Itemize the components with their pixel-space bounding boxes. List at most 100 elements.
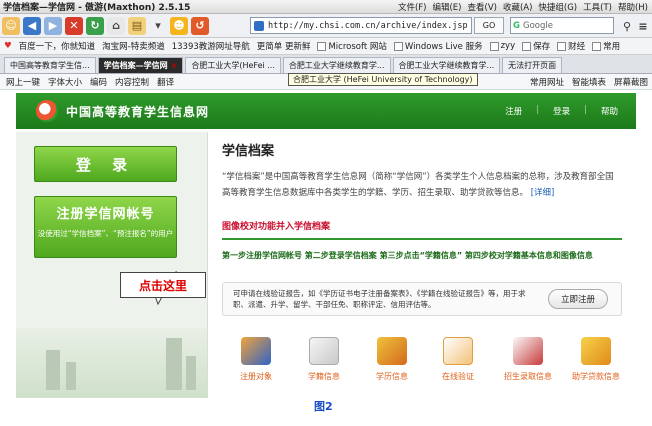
address-bar[interactable]: http://my.chsi.com.cn/archive/index.jsp [250, 17, 472, 34]
login-button[interactable]: 登 录 [34, 146, 177, 182]
checklist-icon [443, 337, 473, 365]
books-icon [377, 337, 407, 365]
register-hint: 没使用过“学信档案”、“预注报名”的用户 [37, 229, 174, 238]
menu-favorites[interactable]: 收藏(A) [503, 1, 532, 13]
subbar-item[interactable]: 编码 [90, 76, 107, 88]
favorite-item[interactable]: 百度一下，你就知道 [19, 40, 96, 52]
site-header: 中国高等教育学生信息网 注册 | 登录 | 帮助 [16, 93, 636, 129]
register-button[interactable]: 注册学信网帐号 没使用过“学信档案”、“预注报名”的用户 [34, 196, 177, 258]
building-shape [66, 362, 76, 390]
favorite-item[interactable]: Microsoft 网站 [317, 40, 387, 52]
feature-degree-info[interactable]: 学历信息 [362, 337, 422, 382]
user-icon[interactable]: ☺ [2, 16, 20, 35]
close-icon[interactable]: × [171, 61, 178, 70]
click-here-callout: 点击这里 [120, 272, 206, 298]
envelope-icon [581, 337, 611, 365]
subbar-item[interactable]: 内容控制 [115, 76, 149, 88]
building-shape [166, 338, 182, 390]
favorite-item[interactable]: 保存 [522, 40, 550, 52]
favorite-label: zyy [500, 41, 516, 51]
tab-hfut-edu-2[interactable]: 合肥工业大学继续教育学... [392, 57, 501, 73]
folder-icon [592, 41, 602, 51]
notice-title: 图像校对功能并入学信档案 [222, 222, 331, 232]
site-title: 中国高等教育学生信息网 [66, 104, 210, 119]
favorite-item[interactable]: Windows Live 服务 [393, 40, 483, 52]
page-heading: 学信档案 [222, 144, 275, 159]
folder-icon[interactable]: ▤ [128, 16, 146, 35]
dropdown-icon[interactable]: ▾ [149, 17, 167, 35]
list-icon[interactable]: ≡ [634, 17, 652, 35]
subbar-item[interactable]: 屏幕截图 [614, 76, 648, 88]
feature-label: 助学贷款信息 [572, 372, 620, 381]
feature-online-verify[interactable]: 在线验证 [428, 337, 488, 382]
building-shape [186, 356, 196, 390]
notice-divider [222, 238, 622, 240]
subbar-item[interactable]: 智能填表 [572, 76, 606, 88]
verify-text: 可申请在线验证报告，如《学历证书电子注册备案表》、《学籍在线验证报告》等，用于求… [233, 289, 526, 309]
favorite-item[interactable]: 更简单 更新鲜 [257, 40, 311, 52]
detail-link[interactable]: [详细] [531, 188, 555, 198]
subbar-item[interactable]: 常用网址 [530, 76, 564, 88]
nav-register-link[interactable]: 注册 [505, 105, 522, 117]
subbar-item[interactable]: 翻译 [157, 76, 174, 88]
search-input[interactable]: G Google [510, 17, 614, 34]
home-icon[interactable]: ⌂ [107, 16, 125, 35]
tab-archive[interactable]: 学信档案—学信网 × [97, 57, 184, 73]
archive-description: “学信档案”是中国高等教育学生信息网（简称“学信网”）各类学生个人信息档案的总称… [222, 169, 622, 201]
refresh-icon[interactable]: ↻ [86, 16, 104, 35]
favorite-item[interactable]: 淘宝网-特卖频道 [102, 40, 165, 52]
verify-box: 可申请在线验证报告，如《学历证书电子注册备案表》、《学籍在线验证报告》等，用于求… [222, 282, 622, 316]
tab-hfut[interactable]: 合肥工业大学(HeFei ... [185, 57, 281, 73]
page-icon [254, 20, 264, 31]
tab-label: 无法打开页面 [508, 61, 557, 70]
menu-file[interactable]: 文件(F) [398, 1, 427, 13]
nav-login-link[interactable]: 登录 [553, 105, 570, 117]
tab-label: 中国高等教育学生信... [10, 61, 90, 70]
tab-label: 合肥工业大学继续教育学... [288, 61, 385, 70]
web-page: 中国高等教育学生信息网 注册 | 登录 | 帮助 登 录 注册学信网帐号 没使用… [0, 90, 652, 426]
favorite-label: 财经 [568, 42, 586, 52]
menu-edit[interactable]: 编辑(E) [432, 1, 461, 13]
subbar-item[interactable]: 网上一键 [6, 76, 40, 88]
tab-tooltip: 合肥工业大学 (HeFei University of Technology) [288, 73, 478, 86]
menu-help[interactable]: 帮助(H) [618, 1, 648, 13]
folder-icon [393, 41, 403, 51]
back-icon[interactable]: ◀ [23, 16, 41, 35]
favorite-item[interactable]: 财经 [557, 40, 585, 52]
left-panel: 登 录 注册学信网帐号 没使用过“学信档案”、“预注报名”的用户 [16, 132, 208, 398]
favorite-item[interactable]: 常用 [592, 40, 620, 52]
smiley-icon[interactable]: ☻ [170, 16, 188, 35]
go-button[interactable]: GO [474, 17, 504, 34]
tab-error-page[interactable]: 无法打开页面 [502, 57, 563, 73]
favorite-label: Windows Live 服务 [404, 42, 483, 52]
site-nav: 注册 | 登录 | 帮助 [505, 105, 618, 117]
feature-register-target[interactable]: 注册对象 [226, 337, 286, 382]
tab-hfut-edu-1[interactable]: 合肥工业大学继续教育学... [282, 57, 391, 73]
feature-admission-info[interactable]: 招生录取信息 [498, 337, 558, 382]
subbar-item[interactable]: 字体大小 [48, 76, 82, 88]
favorites-bar: ♥ 百度一下，你就知道 淘宝网-特卖频道 13393教游网址导航 更简单 更新鲜… [0, 38, 652, 55]
menu-tools[interactable]: 工具(T) [583, 1, 612, 13]
favorite-item[interactable]: zyy [489, 41, 516, 51]
feature-loan-info[interactable]: 助学贷款信息 [566, 337, 626, 382]
feature-label: 招生录取信息 [504, 372, 552, 381]
menu-view[interactable]: 查看(V) [468, 1, 497, 13]
menu-groups[interactable]: 快捷组(G) [538, 1, 577, 13]
register-now-button[interactable]: 立即注册 [548, 289, 608, 309]
pencil-icon [241, 337, 271, 365]
tab-label: 合肥工业大学(HeFei ... [191, 61, 275, 70]
stop-icon[interactable]: ✕ [65, 16, 83, 35]
nav-help-link[interactable]: 帮助 [601, 105, 618, 117]
favorite-label: 保存 [533, 42, 551, 52]
undo-icon[interactable]: ↺ [191, 16, 209, 35]
favorite-label: 更简单 更新鲜 [256, 42, 311, 52]
tab-label: 学信档案—学信网 [103, 61, 168, 70]
tab-chsi-home[interactable]: 中国高等教育学生信... [4, 57, 96, 73]
favorite-label: 13393教游网址导航 [171, 42, 250, 52]
steps-text: 第一步注册学信网帐号 第二步登录学信档案 第三步点击“学籍信息” 第四步校对学籍… [222, 251, 593, 260]
feature-status-info[interactable]: 学籍信息 [294, 337, 354, 382]
forward-icon[interactable]: ▶ [44, 16, 62, 35]
tab-bar: 中国高等教育学生信... 学信档案—学信网 × 合肥工业大学(HeFei ... … [0, 55, 652, 74]
favorite-label: 淘宝网-特卖频道 [102, 42, 165, 52]
favorite-item[interactable]: 13393教游网址导航 [172, 40, 250, 52]
